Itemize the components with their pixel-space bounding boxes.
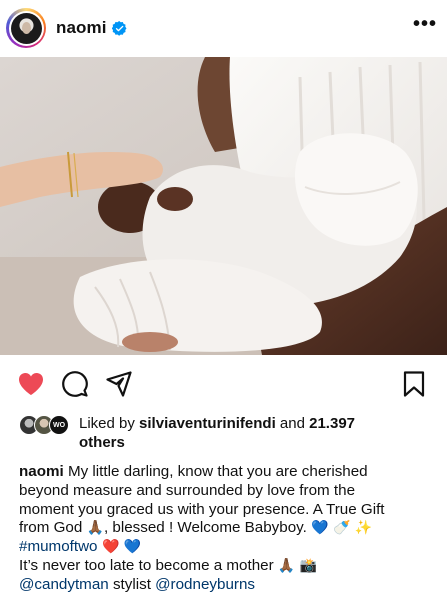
liker-avatar: WO — [49, 415, 69, 435]
paper-plane-icon — [106, 371, 132, 397]
top-liker-username[interactable]: silviaventurinifendi — [139, 415, 276, 432]
likes-count[interactable]: 21.397 — [309, 415, 355, 432]
heart-emojis: ❤️ 💙 — [97, 539, 142, 556]
share-button[interactable] — [104, 369, 134, 399]
post-header: naomi ••• — [0, 0, 447, 56]
heart-filled-icon — [19, 373, 43, 395]
story-ring[interactable] — [6, 8, 46, 48]
likes-and: and — [275, 415, 310, 432]
caption-text-line: from God — [19, 519, 87, 537]
praying-hands-emoji: 🙏🏾 — [86, 520, 104, 537]
avatar-frame — [8, 10, 44, 46]
mention-link[interactable]: @candytman — [19, 576, 109, 593]
caption-text-line: It’s never too late to become a mother — [19, 556, 278, 574]
bookmark-icon — [403, 371, 425, 397]
hashtag-link[interactable]: #mumoftwo — [19, 538, 98, 555]
likes-row: WO Liked by silviaventurinifendi and 21.… — [19, 414, 439, 452]
post-caption: naomi My little darling, know that you a… — [19, 463, 429, 595]
caption-emojis: 💙 🍼 ✨ — [311, 520, 373, 537]
caption-text-line: moment you graced us with your presence.… — [19, 500, 385, 518]
likes-summary[interactable]: Liked by silviaventurinifendi and 21.397… — [79, 414, 419, 452]
caption-text-line: beyond measure and surrounded by love fr… — [19, 481, 356, 499]
more-options-button[interactable]: ••• — [413, 14, 437, 42]
comment-icon — [62, 371, 88, 397]
caption-emojis: 🙏🏾 📸 — [277, 557, 318, 574]
caption-text-line: My little darling, know that you are che… — [63, 463, 368, 480]
username[interactable]: naomi — [56, 18, 107, 38]
caption-text-line: , blessed ! Welcome Babyboy. — [103, 519, 312, 537]
liker-avatars[interactable]: WO — [19, 415, 73, 435]
like-button[interactable] — [16, 369, 46, 399]
comment-button[interactable] — [60, 369, 90, 399]
likes-prefix: Liked by — [79, 415, 140, 432]
mention-link[interactable]: @rodneyburns — [155, 576, 255, 593]
likes-others[interactable]: others — [79, 434, 125, 451]
action-bar — [0, 362, 447, 404]
caption-author[interactable]: naomi — [19, 463, 64, 480]
save-button[interactable] — [399, 369, 429, 399]
photo-newborn-hands — [0, 57, 447, 355]
instagram-post: naomi ••• WO Liked by silviaventurinifen… — [0, 0, 447, 600]
avatar — [10, 12, 42, 44]
caption-text-line: stylist — [108, 575, 156, 593]
verified-badge-icon — [111, 20, 127, 36]
post-photo[interactable] — [0, 57, 447, 355]
